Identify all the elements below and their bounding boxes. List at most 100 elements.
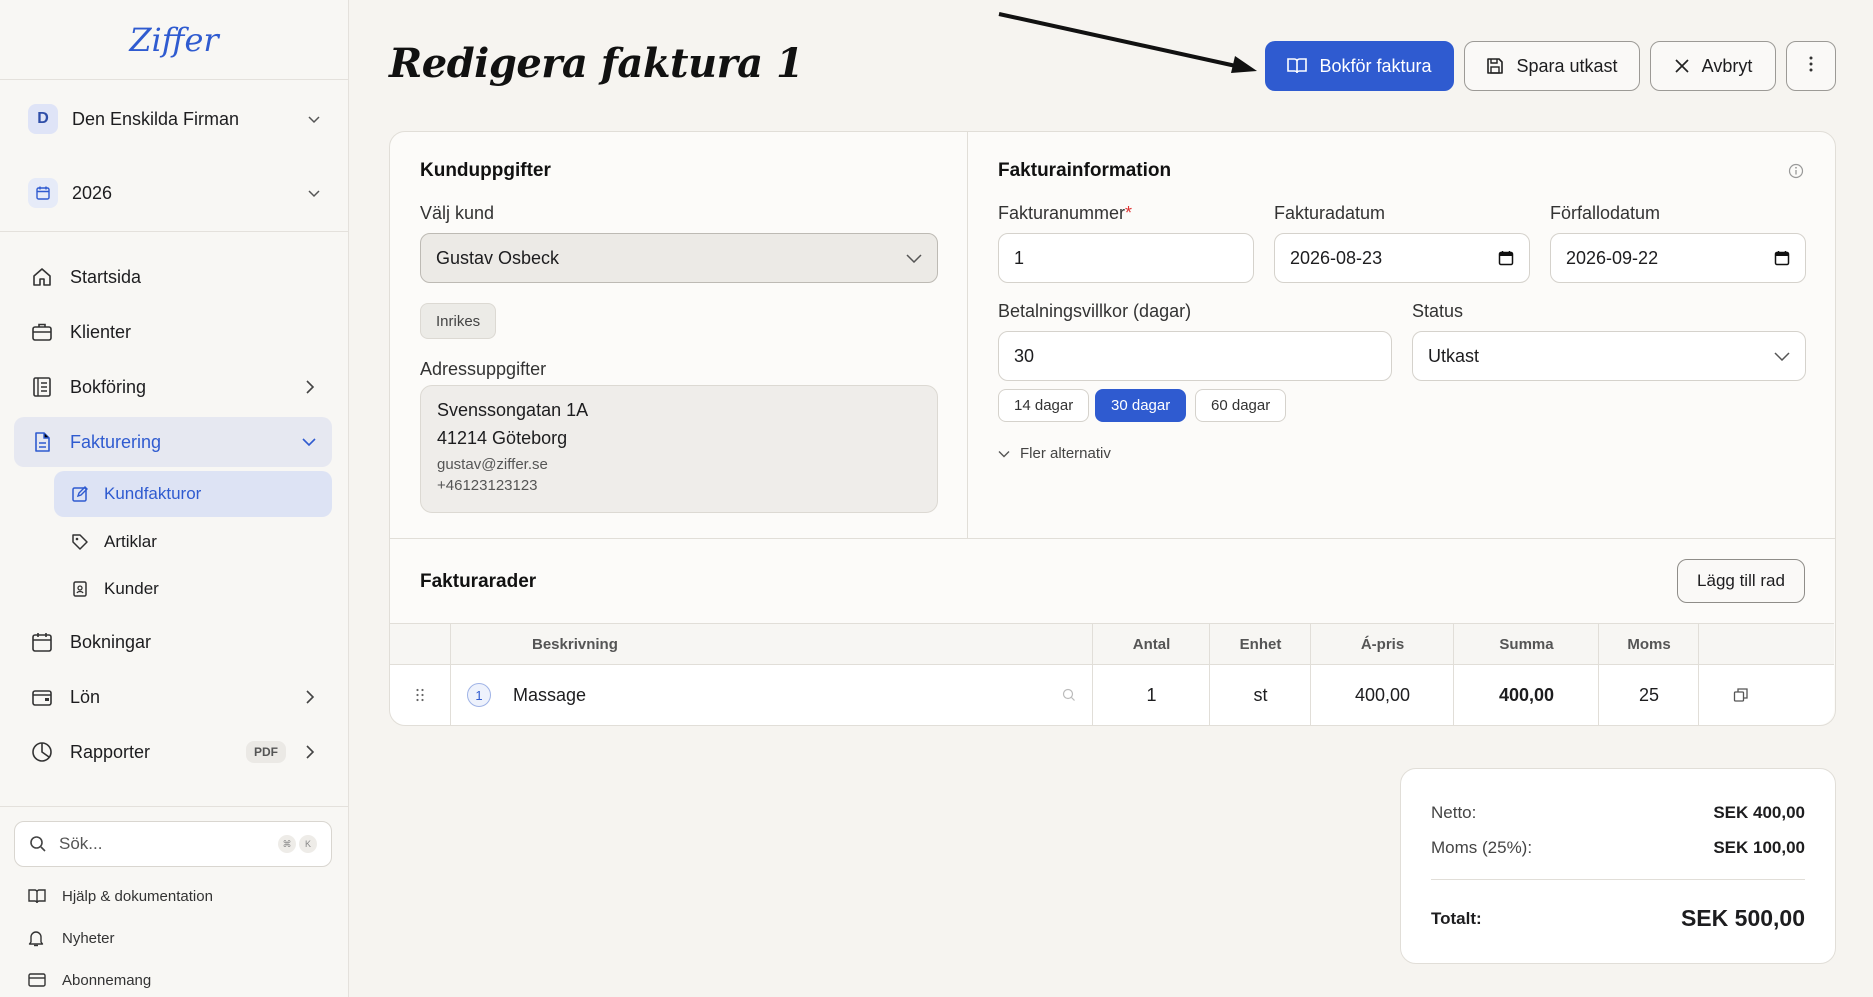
address-box: Svenssongatan 1A 41214 Göteborg gustav@z… <box>420 385 938 513</box>
due-date-input[interactable]: 2026-09-22 <box>1550 233 1806 283</box>
invoice-rows-section-title: Fakturarader <box>420 571 537 592</box>
search-input[interactable]: Sök... ⌘ K <box>14 821 332 867</box>
info-icon[interactable] <box>1788 163 1804 179</box>
book-icon <box>28 888 48 904</box>
chevron-down-icon <box>906 254 922 263</box>
edit-icon <box>70 484 90 504</box>
invoice-number-value: 1 <box>1014 247 1025 268</box>
company-avatar: D <box>28 104 58 134</box>
search-icon <box>29 835 47 853</box>
address-city: 41214 Göteborg <box>437 428 568 448</box>
due-date-label: Förfallodatum <box>1550 203 1661 223</box>
vat-value: SEK 100,00 <box>1713 838 1805 857</box>
help-link[interactable]: Hjälp & dokumentation <box>28 881 213 911</box>
nav-kundfakturor[interactable]: Kundfakturor <box>54 471 332 517</box>
invoice-number-label-text: Fakturanummer <box>998 203 1126 223</box>
status-label: Status <box>1412 301 1464 321</box>
save-draft-label: Spara utkast <box>1516 55 1618 76</box>
nav-label: Bokföring <box>70 376 147 397</box>
nav-label: Bokningar <box>70 631 152 652</box>
term-option-14[interactable]: 14 dagar <box>998 389 1090 422</box>
invoice-date-input[interactable]: 2026-08-23 <box>1274 233 1530 283</box>
company-name: Den Enskilda Firman <box>72 108 240 129</box>
nav-bokningar[interactable]: Bokningar <box>14 617 332 667</box>
col-price: Á-pris <box>1310 624 1454 664</box>
calendar-icon <box>30 630 54 654</box>
status-value: Utkast <box>1428 345 1480 366</box>
col-description-label: Beskrivning <box>532 635 618 653</box>
invoice-icon <box>30 430 54 454</box>
nav-bokforing[interactable]: Bokföring <box>14 362 332 412</box>
row-number: 1 <box>467 683 491 707</box>
nav-startsida[interactable]: Startsida <box>14 252 332 302</box>
nav-lon[interactable]: Lön <box>14 672 332 722</box>
nav-rapporter[interactable]: Rapporter PDF <box>14 727 332 777</box>
payment-terms-input[interactable]: 30 <box>998 331 1392 381</box>
col-price-label: Á-pris <box>1360 635 1405 653</box>
invoice-number-input[interactable]: 1 <box>998 233 1254 283</box>
invoice-date-label: Fakturadatum <box>1274 203 1386 223</box>
copy-icon[interactable] <box>1733 687 1749 703</box>
search-icon[interactable] <box>1062 688 1076 702</box>
row-description-cell[interactable]: 1 Massage <box>450 665 1092 725</box>
kbd-k: K <box>299 835 317 853</box>
cancel-button[interactable]: Avbryt <box>1650 41 1776 91</box>
nav-kunder[interactable]: Kunder <box>54 566 332 612</box>
term-option-30[interactable]: 30 dagar <box>1095 389 1187 422</box>
calendar-icon[interactable] <box>1774 250 1790 266</box>
year-selector[interactable]: 2026 <box>14 165 334 221</box>
kbd-cmd: ⌘ <box>278 835 296 853</box>
post-invoice-label: Bokför faktura <box>1319 55 1432 76</box>
row-vat-cell[interactable]: 25 <box>1598 665 1699 725</box>
more-options-toggle[interactable]: Fler alternativ <box>998 445 1111 462</box>
logo[interactable]: Ziffer <box>0 0 348 80</box>
drag-handle-icon <box>416 688 424 702</box>
chevron-right-icon <box>306 380 315 394</box>
more-vertical-icon <box>1809 56 1813 77</box>
vat-label: Moms (25%): <box>1431 838 1533 857</box>
briefcase-icon <box>30 320 54 344</box>
row-actions-cell <box>1698 665 1834 725</box>
nav-klienter[interactable]: Klienter <box>14 307 332 357</box>
nav-fakturering[interactable]: Fakturering <box>14 417 332 467</box>
invoice-info-section-title: Fakturainformation <box>998 160 1172 181</box>
row-qty-cell[interactable]: 1 <box>1092 665 1210 725</box>
more-options-button[interactable] <box>1786 41 1836 91</box>
save-draft-button[interactable]: Spara utkast <box>1464 41 1640 91</box>
row-price-cell[interactable]: 400,00 <box>1310 665 1454 725</box>
row-unit-cell[interactable]: st <box>1209 665 1311 725</box>
col-actions <box>1698 624 1834 664</box>
drag-handle[interactable] <box>390 665 450 725</box>
add-row-button[interactable]: Lägg till rad <box>1677 559 1805 603</box>
row-sum-cell: 400,00 <box>1453 665 1599 725</box>
table-header: Beskrivning Antal Enhet Á-pris Summa Mom… <box>390 623 1834 665</box>
chevron-down-icon <box>1774 352 1790 361</box>
nav-label: Kundfakturor <box>104 484 202 503</box>
net-row: Netto: SEK 400,00 <box>1431 803 1805 823</box>
annotation-arrow <box>998 12 1257 73</box>
chevron-right-icon <box>306 745 315 759</box>
search-placeholder: Sök... <box>59 834 103 853</box>
chevron-right-icon <box>306 690 315 704</box>
nav-label: Startsida <box>70 266 142 287</box>
subscription-link[interactable]: Abonnemang <box>28 965 151 995</box>
customer-type-chip: Inrikes <box>420 303 497 339</box>
vat-row: Moms (25%): SEK 100,00 <box>1431 838 1805 858</box>
company-selector[interactable]: D Den Enskilda Firman <box>14 91 334 147</box>
save-icon <box>1486 57 1504 75</box>
help-label: Hjälp & dokumentation <box>62 887 213 905</box>
bell-icon <box>28 929 48 947</box>
home-icon <box>30 265 54 289</box>
status-select[interactable]: Utkast <box>1412 331 1806 381</box>
post-invoice-button[interactable]: Bokför faktura <box>1265 41 1454 91</box>
nav-artiklar[interactable]: Artiklar <box>54 519 332 565</box>
column-divider <box>967 132 968 538</box>
news-link[interactable]: Nyheter <box>28 923 115 953</box>
customer-select-value: Gustav Osbeck <box>436 247 560 268</box>
calendar-icon <box>28 178 58 208</box>
customer-select[interactable]: Gustav Osbeck <box>420 233 938 283</box>
col-description: Beskrivning <box>450 624 1082 664</box>
sidebar-footer: Sök... ⌘ K Hjälp & dokumentation Nyheter… <box>0 806 348 997</box>
term-option-60[interactable]: 60 dagar <box>1195 389 1287 422</box>
calendar-icon[interactable] <box>1498 250 1514 266</box>
